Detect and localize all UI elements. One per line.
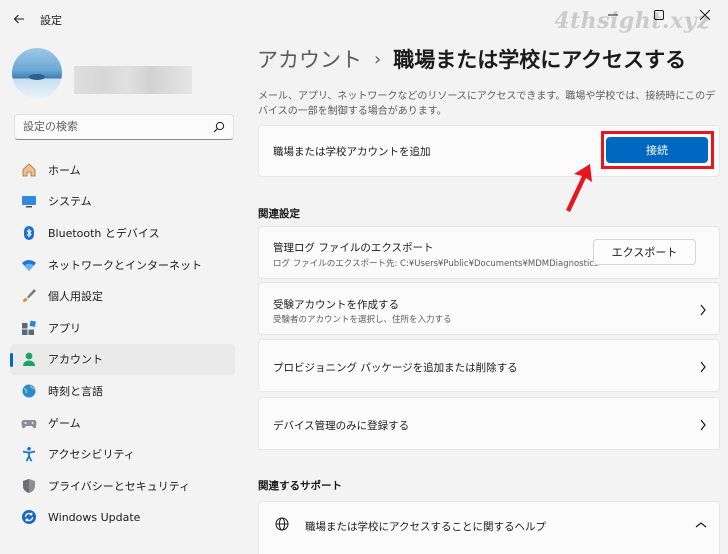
sidebar-item-home[interactable]: ホーム [10, 154, 235, 186]
gamepad-icon [20, 414, 38, 432]
settings-window: 設定 4thsight.xyz 設定の検索 ホーム システム Bluetooth… [0, 0, 728, 554]
breadcrumb-separator: › [374, 48, 382, 70]
sidebar-item-label: ネットワークとインターネット [48, 258, 202, 272]
related-support-heading: 関連するサポート [258, 480, 342, 492]
add-work-account-card: 職場または学校アカウントを追加 接続 [258, 125, 720, 177]
export-logs-path: ログ ファイルのエクスポート先: C:¥Users¥Public¥Documen… [273, 259, 599, 269]
sidebar-item-bluetooth[interactable]: Bluetooth とデバイス [10, 217, 235, 249]
main-content: アカウント › 職場または学校にアクセスする メール、アプリ、ネットワークなどの… [245, 36, 728, 554]
red-arrow-icon [566, 164, 592, 212]
maximize-icon [654, 10, 664, 20]
search-icon[interactable] [213, 121, 225, 136]
provisioning-label: プロビジョニング パッケージを追加または削除する [273, 362, 518, 374]
close-button[interactable] [682, 0, 728, 30]
sidebar-item-label: ゲーム [48, 416, 81, 430]
update-icon [20, 508, 38, 526]
avatar-splash [29, 74, 45, 80]
home-icon [20, 161, 38, 179]
sidebar-item-privacy[interactable]: プライバシーとセキュリティ [10, 470, 235, 502]
minimize-button[interactable] [590, 0, 636, 30]
help-label: 職場または学校にアクセスすることに関するヘルプ [305, 521, 546, 533]
title-bar: 設定 4thsight.xyz [0, 0, 728, 36]
search-field[interactable] [14, 114, 234, 140]
export-logs-label: 管理ログ ファイルのエクスポート [273, 242, 434, 254]
shield-icon [20, 477, 38, 495]
sidebar-item-label: ホーム [48, 163, 81, 177]
test-account-card[interactable]: 受験アカウントを作成する 受験者のアカウントを選択し、住所を入力する [258, 282, 720, 335]
chevron-up-icon [695, 522, 707, 528]
sidebar: ホーム システム Bluetooth とデバイス ネットワークとインターネット [0, 36, 245, 554]
sidebar-item-label: システム [48, 195, 92, 209]
help-card[interactable]: 職場または学校にアクセスすることに関するヘルプ [258, 501, 720, 554]
sidebar-item-label: 時刻と言語 [48, 384, 103, 398]
sidebar-item-label: 個人用設定 [48, 290, 103, 304]
back-button[interactable] [10, 10, 28, 28]
add-work-account-label: 職場または学校アカウントを追加 [273, 146, 431, 158]
sidebar-item-accessibility[interactable]: アクセシビリティ [10, 438, 235, 470]
page-description: メール、アプリ、ネットワークなどのリソースにアクセスできます。職場や学校では、接… [258, 91, 716, 117]
accessibility-icon [20, 445, 38, 463]
sidebar-item-label: プライバシーとセキュリティ [48, 479, 191, 493]
minimize-icon [608, 14, 618, 16]
highlight-box [601, 131, 714, 169]
test-account-sub: 受験者のアカウントを選択し、住所を入力する [273, 315, 452, 325]
device-management-label: デバイス管理のみに登録する [273, 420, 410, 432]
time-language-icon [20, 382, 38, 400]
brush-icon [20, 287, 38, 305]
breadcrumb-parent[interactable]: アカウント [257, 44, 362, 74]
sidebar-item-label: アクセシビリティ [48, 448, 135, 462]
provisioning-package-card[interactable]: プロビジョニング パッケージを追加または削除する [258, 339, 720, 392]
sidebar-item-windows-update[interactable]: Windows Update [10, 502, 235, 534]
sidebar-nav: ホーム システム Bluetooth とデバイス ネットワークとインターネット [10, 154, 235, 533]
device-management-card[interactable]: デバイス管理のみに登録する [258, 397, 720, 450]
breadcrumb: アカウント › 職場または学校にアクセスする [257, 44, 686, 74]
page-title: 職場または学校にアクセスする [393, 48, 687, 72]
sidebar-item-time-language[interactable]: 時刻と言語 [10, 375, 235, 407]
export-logs-card: 管理ログ ファイルのエクスポート ログ ファイルのエクスポート先: C:¥Use… [258, 226, 720, 279]
close-icon [700, 10, 710, 20]
export-button[interactable]: エクスポート [593, 239, 696, 265]
apps-icon [20, 319, 38, 337]
chevron-right-icon [700, 419, 706, 431]
redacted-user-name [74, 66, 192, 94]
sidebar-item-accounts[interactable]: アカウント [10, 343, 235, 376]
bluetooth-icon [20, 224, 38, 242]
chevron-right-icon [700, 361, 706, 373]
account-icon [20, 350, 38, 368]
sidebar-item-label: Windows Update [48, 510, 141, 524]
system-icon [20, 192, 38, 210]
globe-icon [275, 517, 289, 531]
sidebar-item-personalization[interactable]: 個人用設定 [10, 280, 235, 312]
related-settings-heading: 関連設定 [258, 208, 300, 220]
sidebar-item-system[interactable]: システム [10, 186, 235, 218]
sidebar-item-label: Bluetooth とデバイス [48, 226, 160, 240]
window-controls [590, 0, 728, 30]
avatar [12, 48, 62, 98]
sidebar-item-gaming[interactable]: ゲーム [10, 407, 235, 439]
user-profile[interactable] [12, 48, 237, 104]
back-arrow-icon [13, 14, 24, 24]
sidebar-item-label: アプリ [48, 321, 81, 335]
window-title: 設定 [40, 14, 62, 27]
sidebar-item-apps[interactable]: アプリ [10, 312, 235, 344]
maximize-button[interactable] [636, 0, 682, 30]
search-input[interactable] [23, 120, 203, 133]
sidebar-item-label: アカウント [48, 353, 103, 367]
test-account-label: 受験アカウントを作成する [273, 299, 399, 311]
chevron-right-icon [700, 304, 706, 316]
wifi-icon [20, 256, 38, 274]
sidebar-item-network[interactable]: ネットワークとインターネット [10, 249, 235, 281]
